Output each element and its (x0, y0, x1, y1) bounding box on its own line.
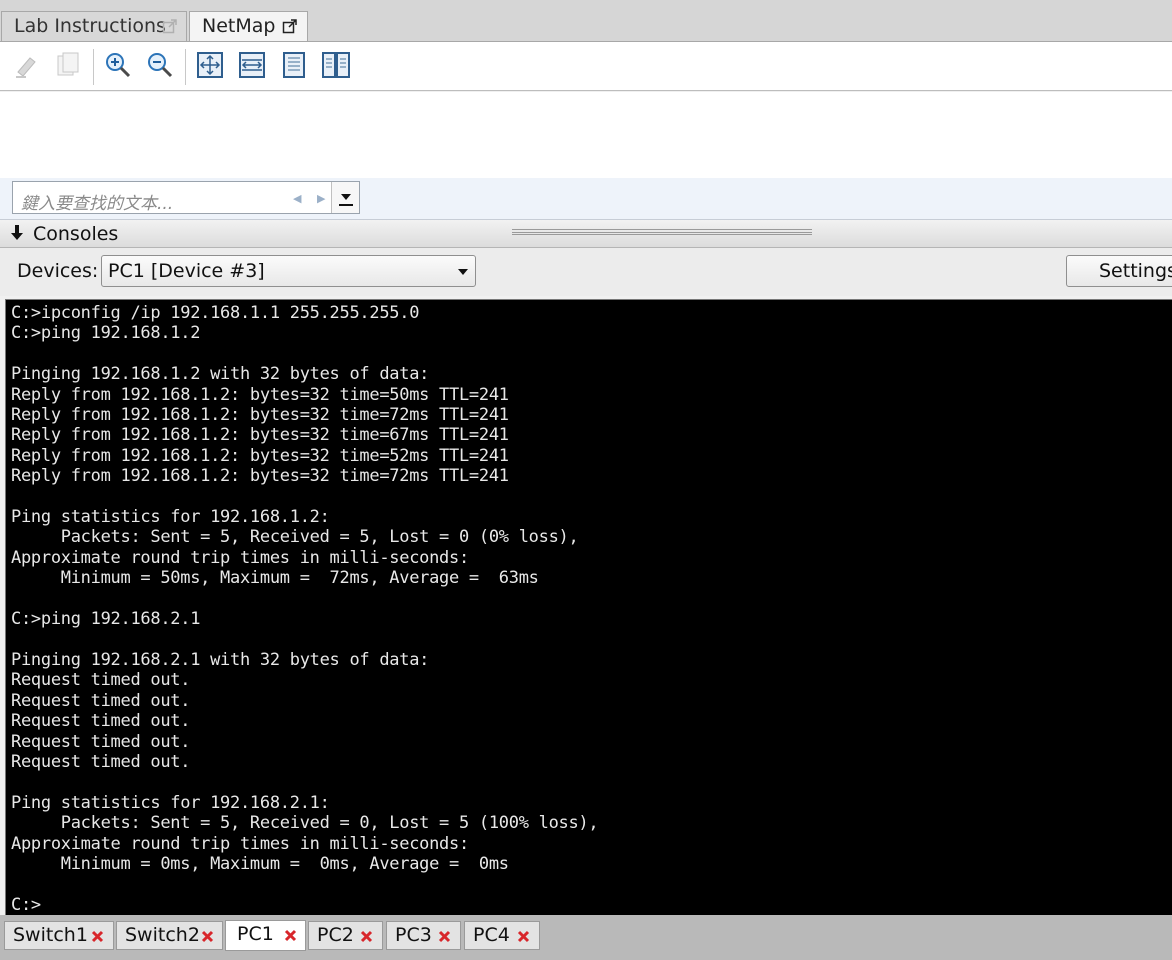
close-icon[interactable] (438, 930, 451, 943)
resize-grip[interactable] (512, 229, 812, 235)
find-bar: 鍵入要查找的文本... ◀ ▶ (0, 178, 1172, 220)
find-next-icon[interactable]: ▶ (317, 192, 325, 205)
terminal-output: C:>ipconfig /ip 192.168.1.1 255.255.255.… (11, 303, 599, 915)
devices-label: Devices: (17, 260, 99, 282)
zoom-in-icon[interactable] (103, 50, 133, 80)
consoles-title: Consoles (33, 223, 119, 245)
device-tab-label: Switch2 (125, 924, 200, 946)
settings-button[interactable]: Settings... (1066, 255, 1172, 287)
close-icon[interactable] (201, 930, 214, 943)
close-icon[interactable] (517, 930, 530, 943)
tab-label: Lab Instructions (14, 15, 166, 37)
device-tab-label: PC1 (237, 923, 274, 945)
fit-page-icon[interactable] (195, 50, 225, 80)
fit-width-icon[interactable] (237, 50, 267, 80)
device-tab-label: Switch1 (13, 924, 88, 946)
terminal-console[interactable]: C:>ipconfig /ip 192.168.1.1 255.255.255.… (5, 299, 1172, 915)
copy-icon[interactable] (54, 50, 84, 80)
toolbar-separator (185, 49, 186, 85)
close-icon[interactable] (360, 930, 373, 943)
device-tab-bar: Switch1 Switch2 PC1 PC2 PC3 PC4 (0, 915, 1172, 960)
device-tab-label: PC4 (473, 924, 510, 946)
close-icon[interactable] (91, 930, 104, 943)
device-tab-pc2[interactable]: PC2 (308, 921, 383, 950)
zoom-out-icon[interactable] (145, 50, 175, 80)
device-tab-pc4[interactable]: PC4 (464, 921, 540, 950)
device-tab-label: PC2 (317, 924, 354, 946)
tab-lab-instructions[interactable]: Lab Instructions (1, 11, 187, 41)
find-placeholder: 鍵入要查找的文本... (21, 194, 174, 214)
tab-netmap[interactable]: NetMap (189, 11, 308, 41)
two-page-icon[interactable] (321, 50, 351, 80)
single-page-icon[interactable] (279, 50, 309, 80)
document-view (0, 92, 1172, 178)
device-select-value: PC1 [Device #3] (108, 260, 265, 282)
tab-label: NetMap (202, 15, 276, 37)
document-toolbar (0, 41, 1172, 91)
device-tab-pc3[interactable]: PC3 (386, 921, 461, 950)
external-link-icon[interactable] (282, 18, 298, 34)
arrow-down-icon[interactable] (10, 225, 24, 241)
find-options-dropdown[interactable] (331, 182, 359, 213)
device-tab-pc1[interactable]: PC1 (225, 920, 306, 951)
device-tab-switch2[interactable]: Switch2 (116, 921, 223, 950)
consoles-header[interactable]: Consoles (0, 220, 1172, 248)
highlighter-icon[interactable] (12, 50, 42, 80)
device-select[interactable]: PC1 [Device #3] (101, 255, 476, 287)
devices-row: Devices: PC1 [Device #3] Settings... (0, 248, 1172, 296)
close-icon[interactable] (284, 929, 297, 942)
find-input[interactable]: 鍵入要查找的文本... ◀ ▶ (12, 181, 360, 214)
top-tab-strip: Lab Instructions NetMap (0, 0, 1172, 41)
toolbar-separator (93, 49, 94, 85)
settings-button-label: Settings... (1099, 260, 1172, 282)
find-previous-icon[interactable]: ◀ (293, 192, 301, 205)
device-tab-label: PC3 (395, 924, 432, 946)
chevron-down-icon (458, 269, 468, 275)
device-tab-switch1[interactable]: Switch1 (4, 921, 114, 950)
external-link-icon[interactable] (162, 18, 178, 34)
